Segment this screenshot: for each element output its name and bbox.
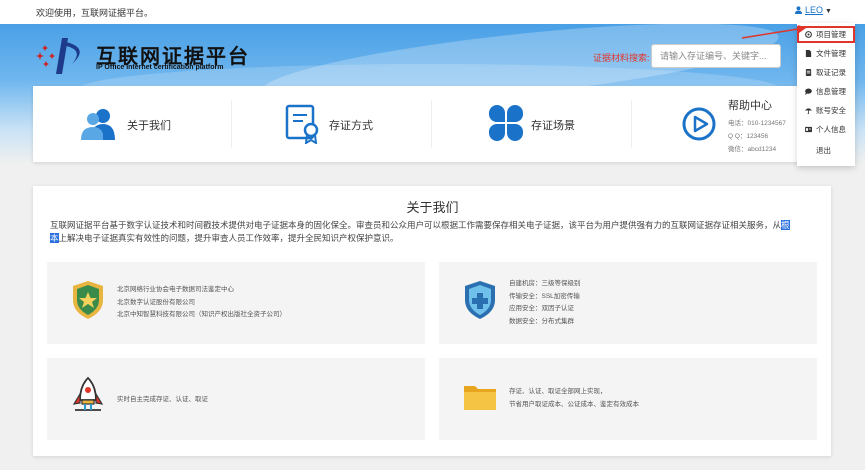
- rocket-icon: [72, 376, 104, 411]
- menu-item-records[interactable]: 取证记录: [797, 64, 855, 82]
- feature-card: 实时自主完成存证、认证、取证: [47, 358, 425, 440]
- folder-icon: [464, 386, 496, 410]
- list-icon: [805, 69, 812, 76]
- logo-icon: [36, 38, 80, 74]
- annotation-arrow-icon: [741, 25, 806, 39]
- search-input[interactable]: [651, 44, 781, 68]
- help-title: 帮助中心: [728, 100, 772, 112]
- help-phone: 电话：010-1234567: [728, 120, 786, 127]
- logo-subtitle: IP Office Internet certification platfor…: [96, 64, 224, 71]
- top-bar: 欢迎使用，互联网证据平台。 LEO ▼: [0, 0, 865, 24]
- welcome-text: 欢迎使用，互联网证据平台。: [36, 8, 154, 18]
- help-wechat: 微信：abcd1234: [728, 146, 777, 153]
- shield-star-icon: [73, 281, 103, 319]
- about-title: 关于我们: [406, 200, 459, 215]
- user-menu-toggle[interactable]: LEO ▼: [795, 5, 832, 15]
- nav-label-method: 存证方式: [329, 120, 373, 132]
- help-qq: Q Q：123456: [728, 133, 769, 140]
- feature-card: 自建机房：三级等保级别 传输安全：SSL加密传输 应用安全：双因子认证 数据安全…: [439, 262, 817, 344]
- nav-item-about[interactable]: 关于我们: [33, 86, 233, 162]
- feature-line: 自建机房：三级等保级别: [509, 280, 581, 287]
- user-icon: [795, 6, 802, 14]
- user-name[interactable]: LEO: [805, 5, 823, 15]
- caret-down-icon: ▼: [825, 8, 832, 15]
- feature-line: 北京数字认证股份有限公司: [117, 298, 195, 306]
- menu-item-info[interactable]: 信息管理: [797, 83, 855, 101]
- feature-card: 存证、认证、取证全部网上实现， 节省用户取证成本、公证成本、鉴定有效成本: [439, 358, 817, 440]
- play-circle-icon: [682, 107, 716, 141]
- feature-line: 数据安全：分布式集群: [509, 317, 574, 325]
- menu-item-files[interactable]: 文件管理: [797, 45, 855, 63]
- menu-item-security[interactable]: 账号安全: [797, 102, 855, 120]
- feature-line: 北京网络行业协会电子数据司法鉴定中心: [117, 286, 234, 293]
- feature-line: 存证、认证、取证全部网上实现，: [509, 388, 607, 395]
- chat-icon: [805, 88, 812, 95]
- nav-card: 关于我们 存证方式 存证场景: [33, 86, 831, 162]
- feature-line: 传输安全：SSL加密传输: [509, 292, 580, 300]
- file-icon: [805, 50, 812, 57]
- nav-item-method[interactable]: 存证方式: [233, 86, 433, 162]
- feature-line: 应用安全：双因子认证: [509, 305, 574, 312]
- shield-plus-icon: [465, 281, 495, 319]
- feature-card: 北京网络行业协会电子数据司法鉴定中心 北京数字认证股份有限公司 北京中知智慧科技…: [47, 262, 425, 344]
- feature-line: 实时自主完成存证、认证、取证: [117, 396, 208, 403]
- id-card-icon: [805, 126, 812, 133]
- feature-line: 节省用户取证成本、公证成本、鉴定有效成本: [509, 400, 639, 408]
- umbrella-icon: [805, 108, 812, 114]
- users-icon: [81, 109, 115, 140]
- certificate-icon: [285, 104, 319, 144]
- nav-label-scenario: 存证场景: [531, 120, 575, 132]
- user-dropdown-menu: 项目管理 文件管理 取证记录 信息管理 账号安全 个人信息 退出: [797, 23, 855, 166]
- menu-item-profile[interactable]: 个人信息: [797, 121, 855, 139]
- search-label: 证据材料搜索:: [593, 53, 650, 63]
- menu-item-logout[interactable]: 退出: [797, 142, 855, 160]
- apps-icon: [488, 105, 524, 141]
- about-text: 互联网证据平台基于数字认证技术和时间戳技术提供对电子证据本身的固化保全。审查员和…: [50, 220, 790, 243]
- nav-label-about: 关于我们: [127, 120, 171, 132]
- feature-line: 北京中知智慧科技有限公司（知识产权出版社全资子公司）: [117, 311, 286, 318]
- nav-item-scenario[interactable]: 存证场景: [433, 86, 633, 162]
